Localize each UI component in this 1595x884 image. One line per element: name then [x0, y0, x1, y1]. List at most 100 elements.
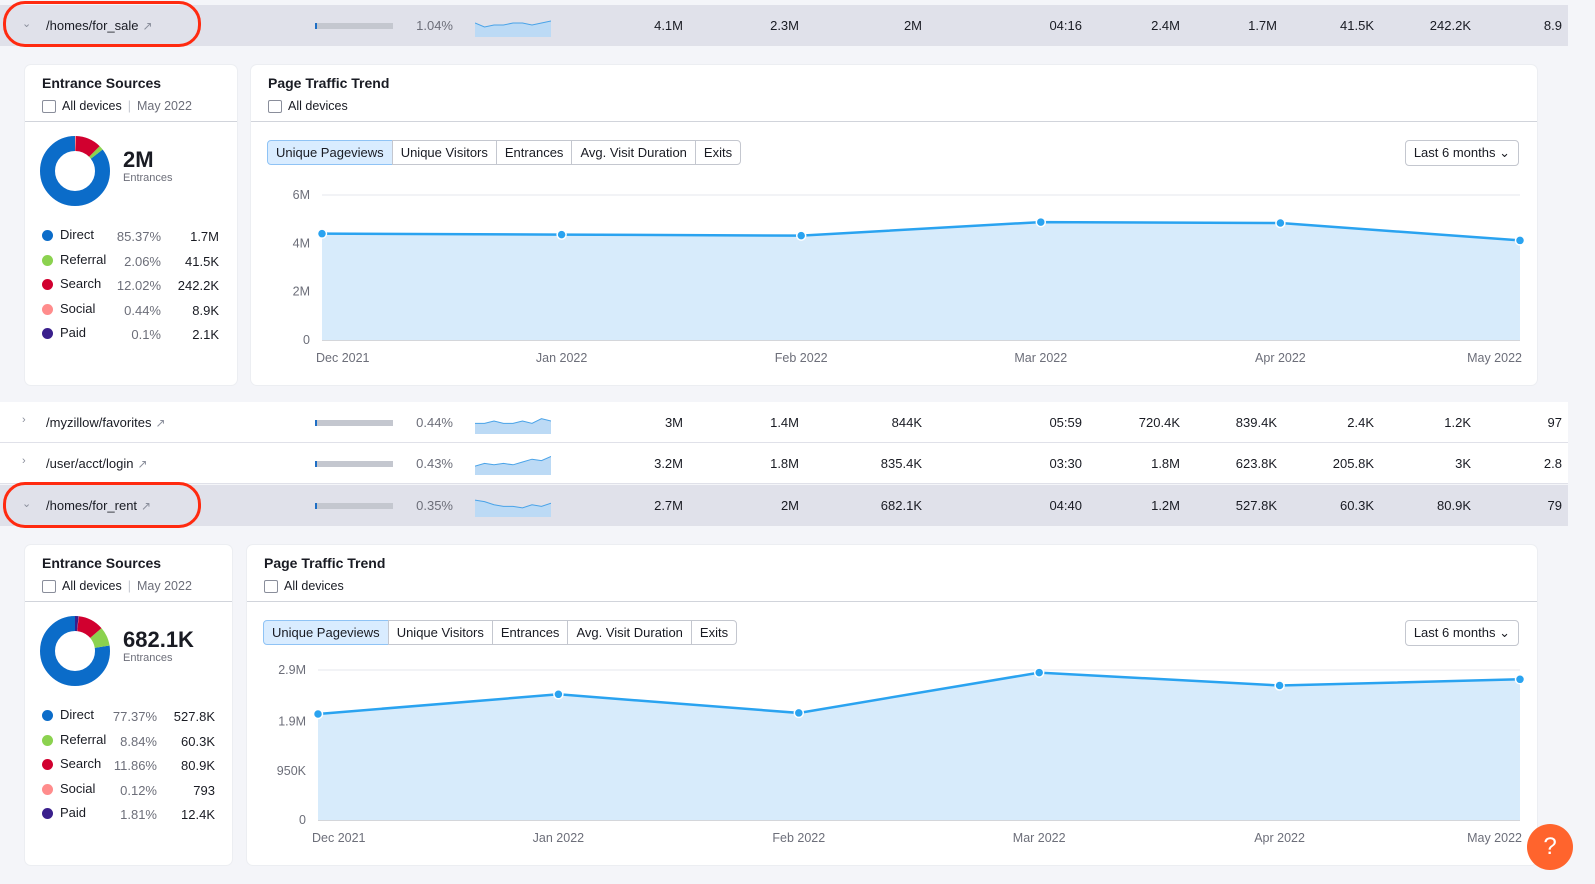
y-tick-label: 2M: [293, 285, 310, 299]
x-tick-label: Jan 2022: [536, 351, 587, 365]
external-link-icon[interactable]: ↗: [155, 416, 165, 430]
page-url-link[interactable]: /myzillow/favorites ↗: [46, 415, 166, 430]
source-count: 793: [193, 782, 215, 798]
share-bar: [315, 461, 393, 467]
panel-title: Entrance Sources: [42, 555, 162, 571]
metric-value: 1.7M: [1248, 18, 1277, 33]
metric-value: 2M: [903, 18, 922, 33]
chevron-right-icon[interactable]: ›: [22, 414, 26, 426]
panel-title: Entrance Sources: [42, 75, 162, 91]
legend-item-search: Search 12.02% 242.2K: [41, 276, 219, 296]
divider: [25, 601, 232, 602]
metric-value: 839.4K: [1235, 415, 1277, 430]
date-label: May 2022: [137, 99, 192, 113]
metric-value: 80.9K: [1437, 498, 1471, 513]
source-count: 8.9K: [192, 302, 219, 318]
external-link-icon[interactable]: ↗: [137, 457, 147, 471]
source-percent: 11.86%: [113, 758, 157, 773]
table-row[interactable]: › /user/acct/login ↗ 0.43% 3.2M 1.8M 835.4K 03:…: [0, 443, 1568, 484]
data-point: [1035, 216, 1047, 228]
table-row[interactable]: › /myzillow/favorites ↗ 0.44% 3M 1.4M 844K 05:5…: [0, 402, 1568, 443]
source-name: Paid: [60, 805, 87, 820]
legend-dot: [42, 808, 53, 819]
metric-value: 205.8K: [1332, 456, 1374, 471]
legend-item-social: Social 0.44% 8.9K: [41, 301, 219, 321]
source-percent: 1.81%: [120, 807, 157, 822]
metric-value: 1.2M: [1151, 498, 1180, 513]
chevron-right-icon[interactable]: ›: [22, 455, 26, 467]
legend-dot: [42, 734, 53, 746]
data-point: [1274, 680, 1285, 691]
metric-value: 04:40: [1049, 498, 1082, 513]
metric-value: 3.2M: [654, 456, 683, 471]
entrance-sources-panel: Entrance Sources All devices | May 2022 2M En…: [25, 65, 237, 385]
metric-value: 41.5K: [1340, 18, 1374, 33]
date-label: May 2022: [137, 579, 192, 593]
traffic-chart: 0 950K 1.9M 2.9M Dec 2021 Jan 2022 Feb 2022 Mar…: [277, 663, 1526, 845]
source-percent: 2.06%: [124, 253, 161, 269]
sparkline: [475, 455, 551, 475]
entrance-sources-panel: Entrance Sources All devices | May 2022 682.…: [25, 545, 232, 865]
x-tick-label: Mar 2022: [1013, 831, 1066, 845]
metric-value: 60.3K: [1340, 498, 1374, 513]
total-entrances: 2M: [123, 147, 154, 172]
data-point: [1514, 235, 1526, 246]
source-name: Search: [60, 756, 102, 771]
panel-subtitle: All devices | May 2022: [42, 579, 192, 593]
table-row[interactable]: ⌄/homes/for_sale ↗ 1.04% 4.1M 2.3M 2M 04:16 2.4…: [0, 5, 1568, 46]
legend-dot: [42, 783, 53, 795]
legend-dot: [42, 279, 53, 290]
legend-dot: [42, 710, 53, 721]
source-percent: 85.37%: [116, 229, 161, 244]
source-percent: 12.02%: [116, 278, 161, 293]
x-tick-label: Apr 2022: [1254, 831, 1305, 845]
x-tick-label: Feb 2022: [772, 831, 825, 845]
share-percent: 1.04%: [416, 18, 453, 33]
y-tick-label: 950K: [277, 764, 307, 778]
y-tick-label: 1.9M: [278, 715, 306, 729]
data-point: [553, 689, 564, 700]
x-tick-label: May 2022: [1467, 831, 1522, 845]
metric-value: 2.4K: [1347, 415, 1374, 430]
x-tick-label: May 2022: [1467, 351, 1522, 365]
x-tick-label: Mar 2022: [1014, 351, 1067, 365]
page-url-link[interactable]: /user/acct/login ↗: [46, 456, 148, 471]
donut-chart: [40, 136, 110, 206]
metric-value: 2M: [780, 498, 799, 513]
legend-item-search: Search 11.86% 80.9K: [41, 756, 215, 776]
share-bar: [315, 503, 393, 509]
help-button[interactable]: ?: [1527, 824, 1573, 870]
metric-value: 3K: [1455, 456, 1471, 471]
source-count: 80.9K: [181, 758, 215, 773]
traffic-chart: 0 2M 4M 6M Dec 2021 Jan 2022 Feb 2022 Mar 2022 A…: [293, 188, 1526, 365]
source-name: Search: [60, 276, 102, 291]
x-tick-label: Apr 2022: [1255, 351, 1306, 365]
data-point: [795, 230, 807, 241]
metric-value: 1.4M: [770, 415, 799, 430]
y-tick-label: 0: [303, 333, 310, 347]
metric-value: 03:30: [1049, 456, 1082, 471]
data-point: [312, 708, 324, 720]
sparkline-area: [475, 456, 551, 475]
metric-value: 4.1M: [654, 18, 683, 33]
page-traffic-trend-panel: Page Traffic Trend All devices Unique Page…: [247, 545, 1537, 865]
source-count: 60.3K: [181, 733, 215, 749]
y-tick-label: 6M: [293, 188, 310, 202]
source-percent: 0.12%: [120, 782, 157, 798]
metric-value: 1.2K: [1444, 415, 1471, 430]
legend-dot: [42, 759, 53, 770]
share-percent: 0.35%: [416, 498, 453, 513]
divider: |: [127, 99, 131, 113]
source-percent: 8.84%: [120, 733, 157, 749]
device-filter: All devices: [62, 579, 122, 593]
metric-value: 242.2K: [1429, 18, 1471, 33]
source-count: 527.8K: [173, 709, 215, 724]
data-point: [556, 229, 567, 240]
metric-value: 844K: [891, 415, 922, 430]
y-tick-label: 2.9M: [278, 663, 306, 677]
metric-value: 835.4K: [880, 456, 922, 471]
data-point: [793, 707, 805, 719]
legend-item-paid: Paid 0.1% 2.1K: [41, 325, 219, 345]
area-fill: [322, 222, 1520, 340]
table-row[interactable]: ⌄/homes/for_rent ↗ 0.35% 2.7M 2M 682.1K 04:40 1…: [0, 485, 1568, 526]
